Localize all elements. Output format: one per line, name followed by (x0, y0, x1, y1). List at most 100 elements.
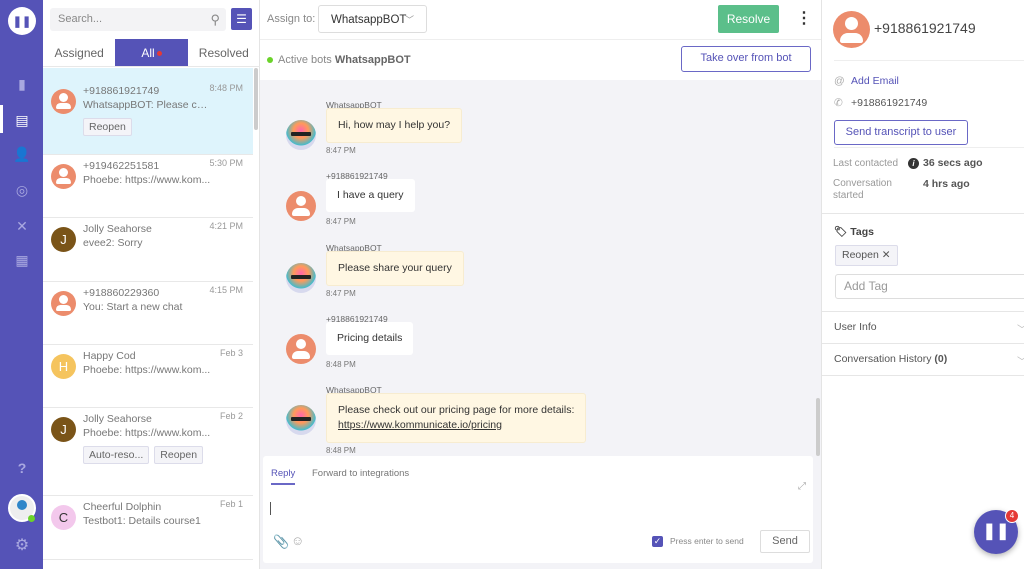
press-enter-checkbox[interactable]: ✓ (652, 536, 663, 547)
divider (834, 147, 1024, 148)
tab-reply[interactable]: Reply (271, 468, 296, 485)
send-transcript-button[interactable]: Send transcript to user (834, 120, 968, 145)
chat-panel: Assign to: WhatsappBOT ﹀ Resolve ⋮ Active… (260, 0, 821, 569)
filter-button[interactable]: ☰ (231, 8, 252, 30)
conversation-started-value: 4 hrs ago (923, 178, 970, 190)
message-time: 8:47 PM (326, 217, 356, 226)
chevron-down-icon: ﹀ (404, 15, 414, 25)
tab-all[interactable]: All (115, 39, 188, 66)
last-message: Phoebe: https://www.kom... (83, 427, 211, 439)
conversation-history-accordion[interactable]: Conversation History (0) (834, 353, 947, 365)
user-avatar (286, 334, 316, 364)
assign-dropdown[interactable]: WhatsappBOT ﹀ (318, 5, 427, 33)
attachment-icon[interactable]: 📎 (273, 534, 289, 550)
add-tag-input[interactable]: Add Tag (835, 274, 1024, 299)
message-bubble: I have a query (326, 179, 415, 212)
send-button[interactable]: Send (760, 530, 810, 553)
avatar (51, 89, 76, 114)
contact-name: +918860229360 (83, 287, 160, 299)
expand-icon[interactable]: ⤢ (798, 481, 806, 492)
tab-forward-to-integrations[interactable]: Forward to integrations (312, 468, 409, 479)
contact-name: Cheerful Dolphin (83, 501, 162, 513)
conversation-item[interactable]: +918861921749 WhatsappBOT: Please che...… (43, 68, 253, 155)
more-options-icon[interactable]: ⋮ (796, 10, 812, 28)
conversations-icon[interactable]: ▤ (13, 112, 31, 128)
message-time: 8:48 PM (326, 360, 356, 369)
divider (834, 60, 1024, 61)
status-chip[interactable]: Reopen (154, 446, 204, 464)
emoji-icon[interactable]: ☺ (291, 533, 304, 548)
avatar: J (51, 227, 76, 252)
chevron-down-icon[interactable]: ﹀ (1017, 321, 1024, 336)
last-message: evee2: Sorry (83, 237, 143, 249)
conversation-item[interactable]: H Happy Cod Phoebe: https://www.kom... F… (43, 345, 253, 408)
avatar: J (51, 417, 76, 442)
timestamp: 4:15 PM (209, 285, 243, 295)
last-message: WhatsappBOT: Please che... (83, 99, 213, 111)
integrations-icon[interactable]: ✕ (13, 218, 31, 234)
last-message: You: Start a new chat (83, 301, 183, 313)
message-time: 8:47 PM (326, 146, 356, 155)
contact-details-panel: +918861921749 @ Add Email ✆ +918861921749 … (821, 0, 1024, 569)
info-icon[interactable]: i (908, 158, 919, 169)
conversation-item[interactable]: J Jolly Seahorse Phoebe: https://www.kom… (43, 408, 253, 496)
logo-icon[interactable]: ❚❚ (8, 7, 36, 35)
conversation-item[interactable]: J Jolly Seahorse evee2: Sorry 4:21 PM (43, 218, 253, 282)
search-input[interactable]: Search... ⚲ (50, 8, 226, 31)
bot-avatar (286, 263, 316, 293)
unread-dot (156, 51, 162, 57)
tab-resolved[interactable]: Resolved (188, 39, 260, 66)
help-icon[interactable]: ? (13, 460, 31, 476)
online-status-dot (28, 515, 35, 522)
conversation-started-label: Conversation started (833, 178, 892, 201)
settings-icon[interactable]: ⚙ (13, 538, 31, 554)
pricing-link[interactable]: https://www.kommunicate.io/pricing (338, 419, 502, 431)
users-icon[interactable]: 👤 (13, 146, 31, 162)
timestamp: 8:48 PM (209, 83, 243, 93)
remove-tag-icon[interactable]: ✕ (882, 249, 891, 261)
tags-heading: 🏷 Tags (834, 226, 874, 238)
resolve-button[interactable]: Resolve (718, 5, 779, 33)
contact-name: Jolly Seahorse (83, 223, 152, 235)
reply-input[interactable] (270, 502, 271, 515)
status-chip[interactable]: Auto-reso... (83, 446, 150, 464)
tab-all-label: All (141, 46, 155, 60)
take-over-button[interactable]: Take over from bot (681, 46, 811, 72)
conversation-item[interactable]: +919462251581 Phoebe: https://www.kom...… (43, 155, 253, 218)
contact-name: Happy Cod (83, 350, 136, 362)
contact-name: Jolly Seahorse (83, 413, 152, 425)
avatar (51, 291, 76, 316)
bot-active-dot (267, 57, 273, 63)
chevron-down-icon[interactable]: ﹀ (1017, 353, 1024, 368)
last-message: Phoebe: https://www.kom... (83, 174, 211, 186)
user-avatar (286, 191, 316, 221)
status-chip[interactable]: Reopen (83, 118, 132, 136)
tag-icon: 🏷 (834, 226, 848, 238)
knowledge-base-icon[interactable]: ▦ (13, 252, 31, 268)
bot-icon[interactable]: ◎ (13, 182, 31, 198)
search-placeholder: Search... (58, 13, 103, 25)
chat-header: Assign to: WhatsappBOT ﹀ Resolve ⋮ (260, 0, 821, 40)
conversation-item[interactable]: C Cheerful Dolphin Testbot1: Details cou… (43, 496, 253, 560)
reports-icon[interactable]: ▮ (13, 76, 31, 92)
divider (822, 375, 1024, 376)
tab-assigned[interactable]: Assigned (43, 39, 115, 66)
timestamp: 4:21 PM (209, 221, 243, 231)
conversation-item[interactable]: +918860229360 You: Start a new chat 4:15… (43, 282, 253, 345)
list-scrollbar[interactable] (254, 68, 258, 130)
bot-avatar (286, 405, 316, 435)
add-email-link[interactable]: Add Email (851, 75, 899, 87)
timestamp: Feb 1 (219, 499, 243, 509)
contact-name: +918861921749 (83, 85, 160, 97)
phone-icon: ✆ (834, 97, 843, 109)
last-contacted-value: 36 secs ago (923, 157, 983, 169)
active-bots-bar: Active bots WhatsappBOT Take over from b… (260, 40, 821, 80)
search-icon[interactable]: ⚲ (210, 8, 220, 31)
timestamp: Feb 2 (219, 411, 243, 421)
user-info-accordion[interactable]: User Info (834, 321, 877, 333)
bot-avatar (286, 120, 316, 150)
contact-name: +918861921749 (874, 20, 976, 36)
assign-label: Assign to: (267, 13, 316, 25)
active-bots-label: Active bots WhatsappBOT (278, 54, 411, 66)
chat-scrollbar[interactable] (816, 398, 820, 456)
